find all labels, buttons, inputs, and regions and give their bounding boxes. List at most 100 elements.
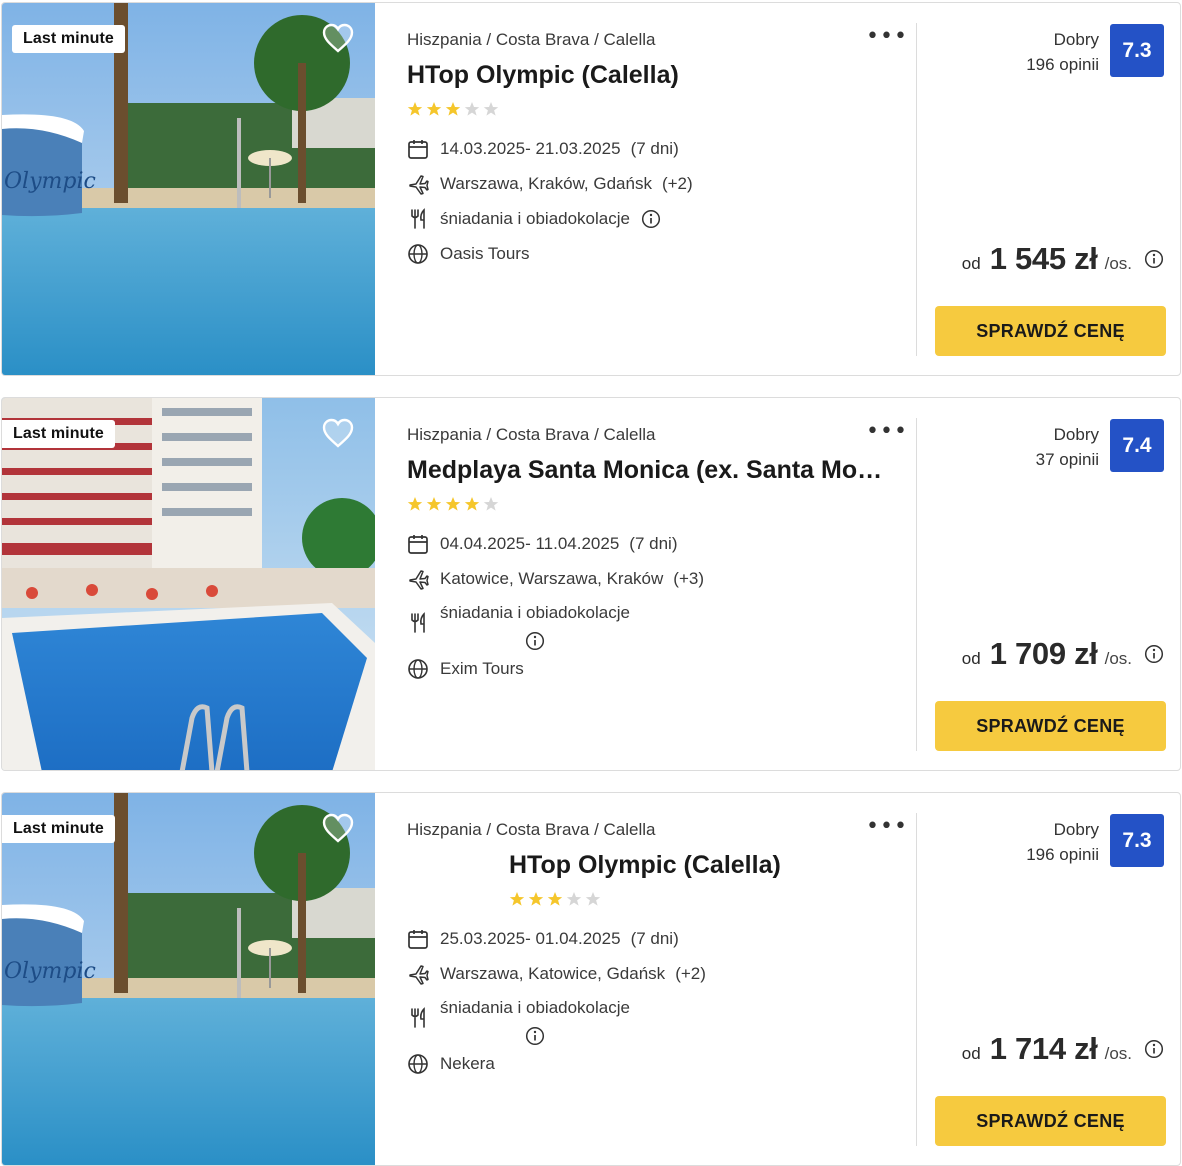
price-suffix: /os. — [1104, 649, 1132, 668]
offer-info: Hiszpania / Costa Brava / Calella ••• HT… — [407, 793, 912, 1165]
offer-info: Hiszpania / Costa Brava / Calella ••• Me… — [407, 398, 912, 770]
hotel-photo[interactable]: Last minute — [2, 398, 375, 770]
more-airports[interactable]: (+2) — [662, 174, 693, 194]
offer-card[interactable]: Olympic Last minute Hiszpania / Costa Br… — [1, 792, 1181, 1166]
star-icon — [566, 892, 582, 906]
price-amount: 1 709 zł — [989, 636, 1098, 671]
reviews-count[interactable]: 196 opinii — [1026, 842, 1099, 867]
plane-icon — [409, 175, 429, 195]
more-dots-icon[interactable]: ••• — [866, 421, 908, 443]
last-minute-badge: Last minute — [2, 420, 115, 448]
more-airports[interactable]: (+2) — [675, 964, 706, 984]
dates-row: 25.03.2025- 01.04.2025 (7 dni) — [407, 928, 679, 950]
calendar-icon — [408, 535, 428, 554]
star-rating — [509, 891, 601, 907]
price-amount: 1 545 zł — [989, 241, 1098, 276]
offer-info: Hiszpania / Costa Brava / Calella ••• HT… — [407, 3, 912, 375]
info-icon[interactable] — [641, 209, 661, 229]
info-icon[interactable] — [1144, 1039, 1164, 1059]
last-minute-badge: Last minute — [2, 815, 115, 843]
rating-score: 7.3 — [1110, 24, 1164, 77]
star-icon — [509, 892, 525, 906]
reviews-count[interactable]: 37 opinii — [1036, 447, 1099, 472]
calendar-icon — [408, 930, 428, 949]
star-icon — [483, 497, 499, 511]
price-box: od 1 545 zł /os. — [962, 241, 1164, 277]
hotel-photo[interactable]: Olympic Last minute — [2, 793, 375, 1165]
hotel-photo[interactable]: Olympic Last minute — [2, 3, 375, 375]
more-airports[interactable]: (+3) — [673, 569, 704, 589]
departure-airports: Warszawa, Katowice, Gdańsk — [440, 964, 666, 983]
star-icon — [407, 497, 423, 511]
info-icon[interactable] — [525, 631, 545, 651]
plane-icon — [409, 965, 429, 985]
travel-dates: 14.03.2025- 21.03.2025 — [440, 139, 621, 158]
rating-summary: Dobry 196 opinii — [1026, 817, 1099, 867]
svg-text:Olympic: Olympic — [4, 959, 96, 984]
rating-label: Dobry — [1053, 425, 1099, 444]
star-icon — [445, 497, 461, 511]
check-price-button[interactable]: SPRAWDŹ CENĘ — [935, 701, 1166, 751]
tour-operator: Exim Tours — [440, 659, 524, 678]
price-prefix: od — [961, 254, 981, 273]
travel-dates: 25.03.2025- 01.04.2025 — [440, 929, 621, 948]
heart-icon[interactable] — [321, 22, 355, 54]
svg-text:Olympic: Olympic — [4, 169, 96, 194]
breadcrumb[interactable]: Hiszpania / Costa Brava / Calella — [407, 30, 656, 50]
trip-length: (7 dni) — [630, 139, 679, 158]
price-box: od 1 714 zł /os. — [962, 1031, 1164, 1067]
meal-plan: śniadania i obiadokolacje — [440, 603, 630, 622]
dates-row: 04.04.2025- 11.04.2025 (7 dni) — [407, 533, 677, 555]
hotel-title[interactable]: HTop Olympic (Calella) — [509, 851, 781, 880]
star-icon — [407, 102, 423, 116]
tour-operator: Nekera — [440, 1054, 495, 1073]
reviews-count[interactable]: 196 opinii — [1026, 52, 1099, 77]
departure-airports: Katowice, Warszawa, Kraków — [440, 569, 664, 588]
departure-row: Warszawa, Kraków, Gdańsk (+2) — [407, 173, 693, 195]
star-icon — [528, 892, 544, 906]
breadcrumb[interactable]: Hiszpania / Costa Brava / Calella — [407, 820, 656, 840]
globe-icon — [408, 659, 428, 679]
divider — [916, 813, 917, 1146]
hotel-title[interactable]: HTop Olympic (Calella) — [407, 61, 897, 90]
price-prefix: od — [961, 649, 981, 668]
star-icon — [426, 497, 442, 511]
globe-icon — [408, 244, 428, 264]
check-price-button[interactable]: SPRAWDŹ CENĘ — [935, 1096, 1166, 1146]
star-rating — [407, 496, 499, 512]
cutlery-icon — [411, 612, 425, 633]
price-box: od 1 709 zł /os. — [962, 636, 1164, 672]
hotel-title[interactable]: Medplaya Santa Monica (ex. Santa Monica) — [407, 456, 897, 485]
meal-plan: śniadania i obiadokolacje — [440, 209, 630, 228]
meal-plan: śniadania i obiadokolacje — [440, 998, 630, 1017]
heart-icon[interactable] — [321, 812, 355, 844]
star-icon — [426, 102, 442, 116]
offer-card[interactable]: Olympic Last minute Hiszpania / Costa Br… — [1, 2, 1181, 376]
departure-airports: Warszawa, Kraków, Gdańsk — [440, 174, 652, 193]
info-icon[interactable] — [1144, 249, 1164, 269]
breadcrumb[interactable]: Hiszpania / Costa Brava / Calella — [407, 425, 656, 445]
dates-row: 14.03.2025- 21.03.2025 (7 dni) — [407, 138, 679, 160]
info-icon[interactable] — [1144, 644, 1164, 664]
price-suffix: /os. — [1104, 1044, 1132, 1063]
price-suffix: /os. — [1104, 254, 1132, 273]
offer-card[interactable]: Last minute Hiszpania / Costa Brava / Ca… — [1, 397, 1181, 771]
globe-icon — [408, 1054, 428, 1074]
heart-icon[interactable] — [321, 417, 355, 449]
check-price-button[interactable]: SPRAWDŹ CENĘ — [935, 306, 1166, 356]
trip-length: (7 dni) — [629, 534, 678, 553]
meal-row: śniadania i obiadokolacje — [407, 998, 630, 1046]
more-dots-icon[interactable]: ••• — [866, 816, 908, 838]
divider — [916, 23, 917, 356]
info-icon[interactable] — [525, 1026, 545, 1046]
more-dots-icon[interactable]: ••• — [866, 26, 908, 48]
rating-score: 7.3 — [1110, 814, 1164, 867]
rating-score: 7.4 — [1110, 419, 1164, 472]
star-icon — [585, 892, 601, 906]
star-icon — [464, 497, 480, 511]
star-icon — [483, 102, 499, 116]
star-rating — [407, 101, 499, 117]
departure-row: Warszawa, Katowice, Gdańsk (+2) — [407, 963, 706, 985]
operator-row: Oasis Tours — [407, 243, 529, 265]
rating-label: Dobry — [1053, 30, 1099, 49]
